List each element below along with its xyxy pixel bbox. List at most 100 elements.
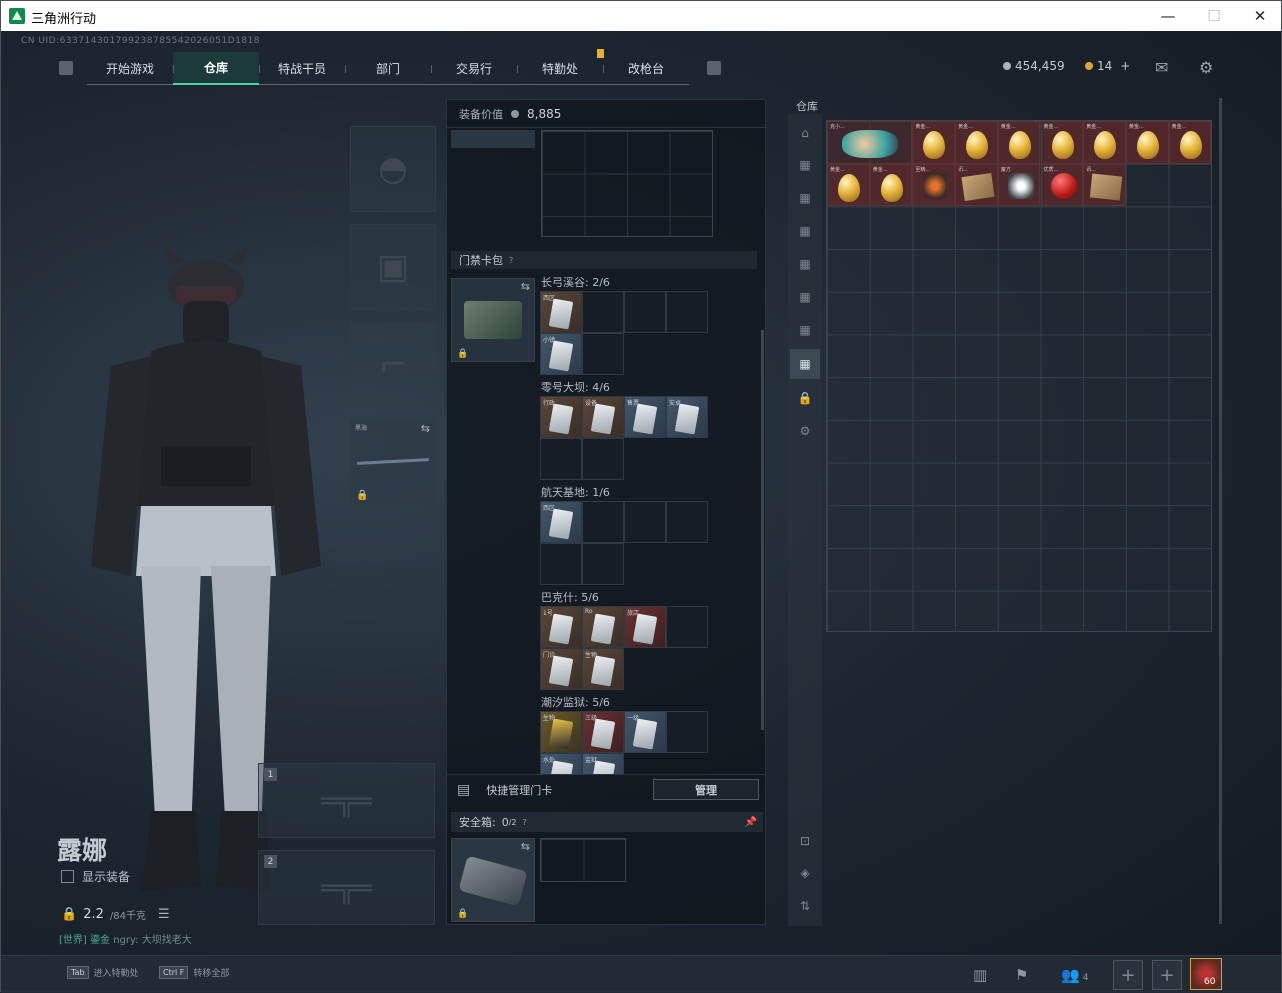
keycard-slot[interactable]: 生物 — [540, 711, 582, 753]
keycard-slot[interactable]: 安卓 — [666, 396, 708, 438]
invite-slot-2[interactable]: + — [1152, 960, 1182, 990]
stash-grid[interactable]: 克小... 黄金... 黄金... 黄金... 黄金... 黄金... 黄金..… — [826, 120, 1212, 632]
manage-button[interactable]: 管理 — [653, 779, 759, 800]
tab-warehouse[interactable]: 仓库 — [173, 51, 259, 85]
hotkey-hint-special-ops[interactable]: Tab 进入特勤处 — [67, 966, 139, 979]
stash-item[interactable]: 魔方 — [997, 163, 1041, 207]
keycard-slot[interactable] — [582, 438, 624, 480]
stash-item[interactable]: 讯... — [1083, 163, 1126, 207]
invite-slot-1[interactable]: + — [1113, 960, 1143, 990]
stash-page-4-icon[interactable]: ▦ — [795, 255, 815, 273]
stash-item[interactable]: 黄金... — [827, 163, 870, 207]
keycard-slot[interactable]: Ro — [582, 606, 624, 648]
tab-start-game[interactable]: 开始游戏 — [87, 52, 173, 85]
friends-icon[interactable]: 👥 4 — [1061, 966, 1088, 984]
nav-prev-icon[interactable] — [59, 61, 73, 75]
keycard-slot[interactable] — [666, 291, 708, 333]
help-icon[interactable]: ? — [509, 256, 513, 265]
secondary-weapon-slot[interactable]: 2 ═╦═ — [258, 850, 435, 925]
pin-icon[interactable]: 📌 — [745, 817, 757, 828]
keycard-slot[interactable] — [582, 501, 624, 543]
loadout-scrollbar[interactable] — [761, 330, 764, 730]
minimize-button[interactable]: — — [1145, 1, 1191, 31]
add-currency-button[interactable]: + — [1120, 59, 1130, 73]
stash-item[interactable]: 至精... — [912, 163, 956, 207]
transfer-icon[interactable]: ⇅ — [795, 897, 815, 915]
keycard-slot[interactable] — [540, 543, 582, 585]
stash-item[interactable]: 克小... — [827, 121, 913, 164]
stash-page-6-icon[interactable]: ▦ — [795, 321, 815, 339]
stash-item[interactable]: 黄金... — [1040, 121, 1084, 164]
layers-icon[interactable]: ◈ — [795, 864, 815, 882]
help-icon[interactable]: ? — [523, 818, 527, 827]
mail-icon[interactable]: ✉ — [1155, 58, 1168, 77]
stash-item[interactable]: 优质... — [1040, 163, 1084, 207]
nav-next-icon[interactable] — [707, 61, 721, 75]
backpack-grid[interactable] — [541, 130, 713, 237]
stash-item[interactable]: 黄金... — [869, 163, 913, 207]
settings-gear-icon[interactable]: ⚙ — [1199, 58, 1213, 77]
keycard-slot[interactable]: 生物 — [582, 648, 624, 690]
melee-slot[interactable]: 黑海 ⇆ 🔒 — [350, 419, 436, 505]
tab-department[interactable]: 部门 — [345, 52, 431, 85]
stash-filter-all-icon[interactable]: ⌂ — [795, 124, 815, 142]
primary-weapon-slot[interactable]: 1 ═╦═ — [258, 763, 435, 838]
keycard-slot[interactable]: 门诊 — [540, 648, 582, 690]
stash-page-7-icon[interactable]: ▦ — [790, 349, 820, 379]
keycard-slot[interactable] — [582, 333, 624, 375]
tab-operators[interactable]: 特战干员 — [259, 52, 345, 85]
flag-icon[interactable]: ⚑ — [1015, 966, 1028, 984]
stash-settings-icon[interactable]: ⚙ — [795, 422, 815, 440]
hotkey-hint-transfer-all[interactable]: Ctrl F 转移全部 — [159, 966, 229, 979]
keycard-slot[interactable]: 旅店 — [624, 606, 666, 648]
stats-icon[interactable]: ▥ — [973, 966, 987, 984]
keycard-slot[interactable]: 一级 — [624, 711, 666, 753]
swap-icon[interactable]: ⇆ — [521, 280, 530, 293]
keycard-slot[interactable] — [582, 291, 624, 333]
maximize-button[interactable]: ☐ — [1191, 1, 1237, 31]
keycard-slot[interactable]: 监狱 — [582, 753, 624, 775]
swap-icon[interactable]: ⇆ — [521, 840, 530, 853]
keycard-slot[interactable]: 西区 — [540, 291, 582, 333]
stash-item[interactable]: 黄金... — [997, 121, 1041, 164]
show-equipment-toggle[interactable]: 显示装备 — [61, 868, 130, 885]
close-button[interactable]: ✕ — [1237, 1, 1282, 31]
keycard-slot[interactable]: 售票 — [624, 396, 666, 438]
stash-page-1-icon[interactable]: ▦ — [795, 156, 815, 174]
stash-item[interactable]: 黄金... — [912, 121, 956, 164]
pistol-slot[interactable]: ⌐ — [350, 322, 436, 408]
keycard-slot[interactable] — [666, 711, 708, 753]
keycard-slot[interactable] — [624, 501, 666, 543]
keycard-slot[interactable] — [666, 501, 708, 543]
backpack-item[interactable] — [451, 130, 535, 148]
stash-scrollbar[interactable] — [1219, 98, 1222, 924]
stash-page-3-icon[interactable]: ▦ — [795, 222, 815, 240]
sort-icon[interactable]: ⊡ — [795, 832, 815, 850]
stash-item[interactable]: 黄金... — [1083, 121, 1126, 164]
tab-special-ops[interactable]: 特勤处 — [517, 52, 603, 85]
chat-line[interactable]: [世界] 鎏金 ngry: 大坝找老大 — [59, 931, 192, 946]
stash-item[interactable]: 黄金... — [955, 121, 998, 164]
stash-item[interactable]: 黄金... — [1125, 121, 1169, 164]
keycard-slot[interactable]: 三级 — [582, 711, 624, 753]
safe-box-grid[interactable] — [540, 838, 626, 882]
keycard-slot[interactable]: 西区 — [540, 501, 582, 543]
keycard-slot[interactable]: 行政 — [540, 396, 582, 438]
stash-page-2-icon[interactable]: ▦ — [795, 189, 815, 207]
list-icon[interactable]: ☰ — [158, 907, 170, 922]
tab-gunsmith[interactable]: 改枪台 — [603, 52, 689, 85]
stash-item[interactable]: 讯... — [955, 163, 998, 207]
stash-locked-icon[interactable]: 🔒 — [795, 389, 815, 407]
keycard-slot[interactable] — [540, 438, 582, 480]
keycard-slot[interactable] — [624, 291, 666, 333]
keycard-slot[interactable]: 水处 — [540, 753, 582, 775]
stash-page-5-icon[interactable]: ▦ — [795, 288, 815, 306]
safe-box-case[interactable]: ⇆ 🔒 — [451, 838, 535, 922]
keycard-slot[interactable]: 小镇 — [540, 333, 582, 375]
stash-item[interactable]: 黄金... — [1168, 121, 1212, 164]
keycard-case[interactable]: ⇆ 🔒 — [451, 278, 535, 362]
swap-icon[interactable]: ⇆ — [421, 422, 430, 435]
keycard-slot[interactable] — [582, 543, 624, 585]
checkbox[interactable] — [61, 870, 74, 883]
keycard-slot[interactable] — [666, 606, 708, 648]
